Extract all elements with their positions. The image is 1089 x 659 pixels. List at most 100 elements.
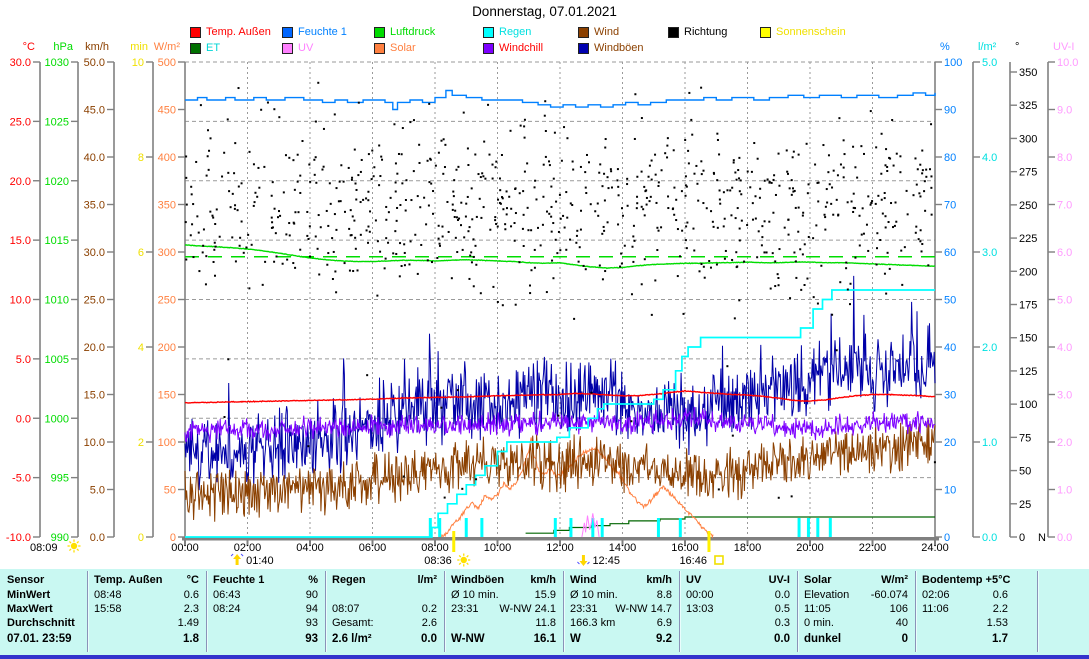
svg-text:00:00: 00:00 xyxy=(171,542,199,554)
richtung-dot xyxy=(395,182,397,184)
svg-text:995: 995 xyxy=(51,473,69,485)
svg-text:-5.0: -5.0 xyxy=(12,473,31,485)
richtung-dot xyxy=(472,238,474,240)
column-separator xyxy=(1037,571,1038,652)
richtung-dot xyxy=(925,169,927,171)
richtung-dot xyxy=(687,150,689,152)
stats-column-header: Windböenkm/h xyxy=(444,572,563,588)
richtung-dot xyxy=(718,153,720,155)
richtung-dot xyxy=(646,197,648,199)
richtung-dot xyxy=(366,374,368,376)
richtung-dot xyxy=(264,261,266,263)
richtung-dot xyxy=(893,165,895,167)
svg-text:km/h: km/h xyxy=(85,41,109,53)
rain-bar xyxy=(569,518,572,537)
richtung-dot xyxy=(812,237,814,239)
richtung-dot xyxy=(552,277,554,279)
richtung-dot xyxy=(267,102,269,104)
richtung-dot xyxy=(444,144,446,146)
richtung-dot xyxy=(234,204,236,206)
richtung-dot xyxy=(349,270,351,272)
richtung-dot xyxy=(216,208,218,210)
richtung-dot xyxy=(495,161,497,163)
richtung-dot xyxy=(223,152,225,154)
richtung-dot xyxy=(191,193,193,195)
richtung-dot xyxy=(205,255,207,257)
richtung-dot xyxy=(500,203,502,205)
stats-value-cell: 11.8 xyxy=(444,616,563,630)
rain-bar xyxy=(798,518,801,537)
richtung-dot xyxy=(344,211,346,213)
richtung-dot xyxy=(852,146,854,148)
richtung-dot xyxy=(772,212,774,214)
richtung-dot xyxy=(460,224,462,226)
richtung-dot xyxy=(845,262,847,264)
richtung-dot xyxy=(853,193,855,195)
richtung-dot xyxy=(791,179,793,181)
richtung-dot xyxy=(752,219,754,221)
richtung-dot xyxy=(247,234,249,236)
richtung-dot xyxy=(691,134,693,136)
richtung-dot xyxy=(807,192,809,194)
stats-value-cell: 0.3 xyxy=(679,616,797,630)
richtung-dot xyxy=(340,200,342,202)
richtung-dot xyxy=(198,270,200,272)
svg-text:125: 125 xyxy=(1019,366,1037,378)
richtung-dot xyxy=(916,184,918,186)
richtung-dot xyxy=(704,277,706,279)
richtung-dot xyxy=(699,270,701,272)
richtung-dot xyxy=(876,264,878,266)
stats-column-header: SolarW/m² xyxy=(797,572,915,588)
svg-text:4: 4 xyxy=(138,342,144,354)
svg-text:5.0: 5.0 xyxy=(1057,295,1072,307)
svg-text:300: 300 xyxy=(1019,133,1037,145)
svg-text:325: 325 xyxy=(1019,100,1037,112)
column-separator xyxy=(87,571,88,652)
svg-text:40.0: 40.0 xyxy=(84,152,105,164)
richtung-dot xyxy=(798,154,800,156)
stats-column-header: Feuchte 1% xyxy=(206,572,325,588)
column-separator xyxy=(563,571,564,652)
rain-bar xyxy=(601,518,604,537)
richtung-dot xyxy=(546,291,548,293)
richtung-dot xyxy=(186,204,188,206)
rain-bar xyxy=(465,518,468,537)
richtung-dot xyxy=(458,218,460,220)
richtung-dot xyxy=(379,175,381,177)
richtung-dot xyxy=(238,186,240,188)
svg-text:04:00: 04:00 xyxy=(296,542,324,554)
stats-value-cell: dunkel0 xyxy=(797,630,915,647)
rain-bar xyxy=(829,518,832,537)
richtung-dot xyxy=(438,152,440,154)
richtung-dot xyxy=(483,206,485,208)
svg-text:l/m²: l/m² xyxy=(978,41,997,53)
richtung-dot xyxy=(355,248,357,250)
richtung-dot xyxy=(299,192,301,194)
richtung-dot xyxy=(684,139,686,141)
sun-tick xyxy=(452,531,455,552)
richtung-dot xyxy=(815,224,817,226)
richtung-dot xyxy=(554,132,556,134)
richtung-dot xyxy=(830,203,832,205)
richtung-dot xyxy=(332,278,334,280)
richtung-dot xyxy=(917,168,919,170)
richtung-dot xyxy=(544,115,546,117)
richtung-dot xyxy=(315,182,317,184)
svg-text:450: 450 xyxy=(158,105,176,117)
svg-text:1.0: 1.0 xyxy=(1057,485,1072,497)
richtung-dot xyxy=(566,217,568,219)
richtung-dot xyxy=(685,225,687,227)
richtung-dot xyxy=(329,182,331,184)
richtung-dot xyxy=(529,285,531,287)
richtung-dot xyxy=(700,160,702,162)
richtung-dot xyxy=(524,171,526,173)
richtung-dot xyxy=(428,181,430,183)
richtung-dot xyxy=(351,179,353,181)
richtung-dot xyxy=(597,215,599,217)
richtung-dot xyxy=(843,139,845,141)
richtung-dot xyxy=(798,207,800,209)
richtung-dot xyxy=(556,252,558,254)
richtung-dot xyxy=(390,197,392,199)
rain-bar xyxy=(816,518,819,537)
richtung-dot xyxy=(499,177,501,179)
